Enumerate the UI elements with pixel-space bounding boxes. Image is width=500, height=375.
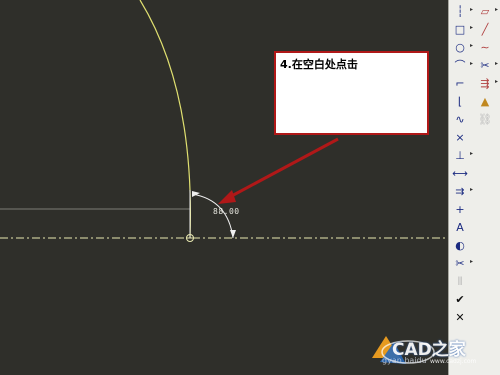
point-icon[interactable]: ×: [450, 130, 470, 145]
watermark-baidu: gyan.baidu: [382, 356, 427, 365]
vertical-line-icon[interactable]: ┆: [450, 4, 470, 19]
sketch-arc: [139, 0, 191, 239]
rectangle-icon[interactable]: □: [450, 22, 470, 37]
arc-icon[interactable]: ⌒: [450, 58, 470, 73]
palette-icon[interactable]: ◐: [450, 238, 470, 253]
cancel-icon[interactable]: ✕: [450, 310, 470, 325]
coordinate-system-icon[interactable]: ⊥: [450, 148, 470, 163]
palette-icon[interactable]: ▲: [475, 94, 495, 109]
modify-icon[interactable]: ⇉: [450, 184, 470, 199]
accept-icon[interactable]: ✔: [450, 292, 470, 307]
circle-icon[interactable]: ○: [450, 40, 470, 55]
callout-text: 4.在空白处点击: [280, 58, 358, 71]
dropdown-arrow-icon[interactable]: ▸: [470, 6, 474, 13]
angle-dimension-value[interactable]: 88.00: [213, 207, 240, 216]
dropdown-arrow-icon[interactable]: ▸: [495, 6, 499, 13]
disabled-chain-icon: ⛓: [478, 113, 492, 126]
watermark-site: www.cadzj.com: [430, 358, 477, 365]
parallelogram-icon[interactable]: ▱: [475, 4, 495, 19]
dropdown-arrow-icon[interactable]: ▸: [470, 150, 474, 157]
constraint-icon[interactable]: +: [450, 202, 470, 217]
offset-icon[interactable]: ⇶: [475, 76, 495, 91]
dimension-arrowhead-bottom: [230, 230, 236, 238]
callout-arrow: [225, 137, 339, 201]
dropdown-arrow-icon[interactable]: ▸: [470, 42, 474, 49]
dimension-icon[interactable]: ⟷: [450, 166, 470, 181]
dropdown-arrow-icon[interactable]: ▸: [470, 186, 474, 193]
mirror-icon[interactable]: ⫴: [450, 274, 470, 289]
trim-icon[interactable]: ✂: [450, 256, 470, 271]
sketch-toolbar: ┆ □ ○ ⌒ ⌐ ⌊ ∿ × ⊥ ⟷ ⇉ + A ◐ ✂ ⫴ ✔ ✕ ▱ ╱ …: [448, 0, 500, 375]
divide-icon[interactable]: ✂: [475, 58, 495, 73]
dropdown-arrow-icon[interactable]: ▸: [470, 258, 474, 265]
sketch-canvas[interactable]: 88.00 4.在空白处点击: [0, 0, 448, 375]
callout-arrowhead: [218, 190, 236, 204]
dropdown-arrow-icon[interactable]: ▸: [495, 60, 499, 67]
dropdown-arrow-icon[interactable]: ▸: [470, 24, 474, 31]
wave-icon[interactable]: ∼: [475, 40, 495, 55]
dropdown-arrow-icon[interactable]: ▸: [470, 60, 474, 67]
text-icon[interactable]: A: [450, 220, 470, 235]
dropdown-arrow-icon[interactable]: ▸: [495, 78, 499, 85]
fillet-icon[interactable]: ⌐: [450, 76, 470, 91]
spline-icon[interactable]: ∿: [450, 112, 470, 127]
instruction-callout: 4.在空白处点击: [274, 51, 429, 135]
dimension-arrowhead-top: [192, 191, 200, 197]
chamfer-icon[interactable]: ⌊: [450, 94, 470, 109]
slash-line-icon[interactable]: ╱: [475, 22, 495, 37]
